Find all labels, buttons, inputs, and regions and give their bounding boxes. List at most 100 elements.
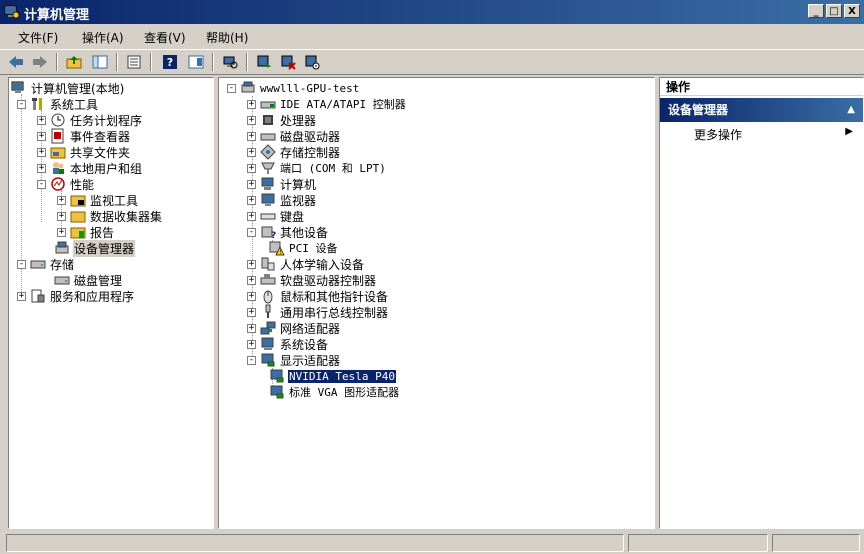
expand-toggle[interactable]: + — [37, 163, 46, 173]
properties-icon — [188, 55, 204, 69]
expand-toggle[interactable]: + — [247, 179, 256, 189]
expand-toggle[interactable]: + — [247, 307, 256, 317]
tree-root[interactable]: 计算机管理(本地) — [11, 80, 125, 96]
title-bar[interactable]: 计算机管理 _ □ X — [0, 0, 864, 24]
device-category-system[interactable]: + 系统设备 — [247, 336, 329, 352]
window-title: 计算机管理 — [24, 8, 90, 23]
minimize-button[interactable]: _ — [808, 4, 824, 18]
toolbar: ? — [0, 49, 864, 75]
expand-toggle[interactable]: + — [247, 211, 256, 221]
tree-storage[interactable]: - 存储 — [17, 256, 75, 272]
expand-toggle[interactable]: + — [57, 227, 66, 237]
disable-button[interactable] — [302, 53, 322, 71]
tree-shared-folders[interactable]: + 共享文件夹 — [37, 144, 131, 160]
help-button[interactable]: ? — [160, 53, 180, 71]
show-hide-tree-button[interactable] — [90, 53, 110, 71]
actions-group-device-manager[interactable]: 设备管理器 ▲ — [660, 98, 863, 122]
more-actions-link[interactable]: 更多操作 — [694, 126, 742, 143]
device-standard-vga[interactable]: 标准 VGA 图形适配器 — [269, 384, 400, 400]
device-manager-icon — [55, 241, 69, 254]
expand-toggle[interactable]: + — [247, 259, 256, 269]
device-pci[interactable]: ! PCI 设备 — [269, 240, 339, 256]
up-button[interactable] — [64, 53, 84, 71]
expand-toggle[interactable]: + — [37, 115, 46, 125]
display-adapter-icon — [270, 369, 284, 383]
maximize-button[interactable]: □ — [826, 4, 842, 18]
console-tree[interactable]: 计算机管理(本地) - 系统工具 + 任务计划程序 + 事件查看器 + 共享文件… — [8, 77, 214, 529]
scan-hardware-button[interactable] — [220, 53, 240, 71]
tree-services-apps[interactable]: + 服务和应用程序 — [17, 288, 135, 304]
tree-disk-management[interactable]: 磁盘管理 — [54, 272, 123, 288]
collapse-toggle[interactable]: - — [227, 83, 236, 93]
expand-toggle[interactable]: + — [247, 147, 256, 157]
tree-task-scheduler[interactable]: + 任务计划程序 — [37, 112, 143, 128]
expand-toggle[interactable]: + — [37, 131, 46, 141]
device-category-monitor[interactable]: + 监视器 — [247, 192, 317, 208]
tree-reports[interactable]: + 报告 — [57, 224, 115, 240]
tree-performance[interactable]: - 性能 — [37, 176, 95, 192]
expand-toggle[interactable]: + — [247, 163, 256, 173]
device-category-usb[interactable]: + 通用串行总线控制器 — [247, 304, 389, 320]
device-category-disk[interactable]: + 磁盘驱动器 — [247, 128, 341, 144]
computer-icon — [261, 177, 274, 190]
menu-view[interactable]: 查看(V) — [144, 29, 186, 46]
expand-toggle[interactable]: + — [37, 147, 46, 157]
list-icon — [127, 55, 141, 69]
tree-monitoring-tools[interactable]: + 监视工具 — [57, 192, 139, 208]
expand-toggle[interactable]: + — [247, 323, 256, 333]
device-category-ide[interactable]: + IDE ATA/ATAPI 控制器 — [247, 96, 407, 112]
collapse-toggle[interactable]: - — [247, 227, 256, 237]
device-category-other[interactable]: - ? 其他设备 — [247, 224, 329, 240]
tree-local-users[interactable]: + 本地用户和组 — [37, 160, 143, 176]
device-category-floppy[interactable]: + 软盘驱动器控制器 — [247, 272, 377, 288]
collapse-toggle[interactable]: - — [17, 99, 26, 109]
hid-icon — [261, 257, 275, 271]
forward-button[interactable] — [30, 53, 50, 71]
menu-file[interactable]: 文件(F) — [18, 29, 58, 46]
update-driver-button[interactable] — [254, 53, 274, 71]
expand-toggle[interactable]: + — [247, 275, 256, 285]
device-category-storage-controller[interactable]: + 存储控制器 — [247, 144, 341, 160]
device-root[interactable]: - wwwlll-GPU-test — [227, 80, 360, 96]
expand-toggle[interactable]: + — [247, 195, 256, 205]
expand-toggle[interactable]: + — [57, 195, 66, 205]
expand-toggle[interactable]: + — [247, 131, 256, 141]
expand-toggle[interactable]: + — [57, 211, 66, 221]
device-tree[interactable]: - wwwlll-GPU-test + IDE ATA/ATAPI 控制器 + … — [218, 77, 655, 529]
export-list-button[interactable] — [124, 53, 144, 71]
expand-toggle[interactable]: + — [247, 115, 256, 125]
properties-button[interactable] — [186, 53, 206, 71]
device-category-cpu[interactable]: + 处理器 — [247, 112, 317, 128]
close-button[interactable]: X — [844, 4, 860, 18]
expand-toggle[interactable]: + — [247, 339, 256, 349]
display-adapter-icon — [261, 353, 275, 367]
uninstall-button[interactable] — [278, 53, 298, 71]
device-category-network[interactable]: + 网络适配器 — [247, 320, 341, 336]
tree-system-tools[interactable]: - 系统工具 — [17, 96, 99, 112]
device-category-computer[interactable]: + 计算机 — [247, 176, 317, 192]
device-category-hid[interactable]: + 人体学输入设备 — [247, 256, 365, 272]
device-nvidia-tesla[interactable]: NVIDIA Tesla P40 — [269, 368, 397, 384]
collapse-toggle[interactable]: - — [247, 355, 256, 365]
expand-toggle[interactable]: + — [247, 291, 256, 301]
device-category-ports[interactable]: + 端口 (COM 和 LPT) — [247, 160, 387, 176]
device-category-display[interactable]: - 显示适配器 — [247, 352, 341, 368]
expand-toggle[interactable]: + — [247, 99, 256, 109]
device-category-mouse[interactable]: + 鼠标和其他指针设备 — [247, 288, 389, 304]
menu-action[interactable]: 操作(A) — [82, 29, 124, 46]
device-category-keyboard[interactable]: + 键盘 — [247, 208, 305, 224]
computer-icon — [241, 81, 255, 93]
expand-toggle[interactable]: + — [17, 291, 26, 301]
tree-event-viewer[interactable]: + 事件查看器 — [37, 128, 131, 144]
folder-icon — [70, 211, 86, 223]
menu-help[interactable]: 帮助(H) — [206, 29, 248, 46]
folder-icon — [70, 195, 86, 207]
collapse-toggle[interactable]: - — [17, 259, 26, 269]
tree-data-collector[interactable]: + 数据收集器集 — [57, 208, 163, 224]
tree-device-manager[interactable]: 设备管理器 — [54, 239, 136, 257]
collapse-toggle[interactable]: - — [37, 179, 46, 189]
help-icon: ? — [163, 55, 177, 69]
collapse-up-icon[interactable]: ▲ — [847, 98, 855, 122]
svg-text:?: ? — [167, 56, 173, 69]
back-button[interactable] — [6, 53, 26, 71]
